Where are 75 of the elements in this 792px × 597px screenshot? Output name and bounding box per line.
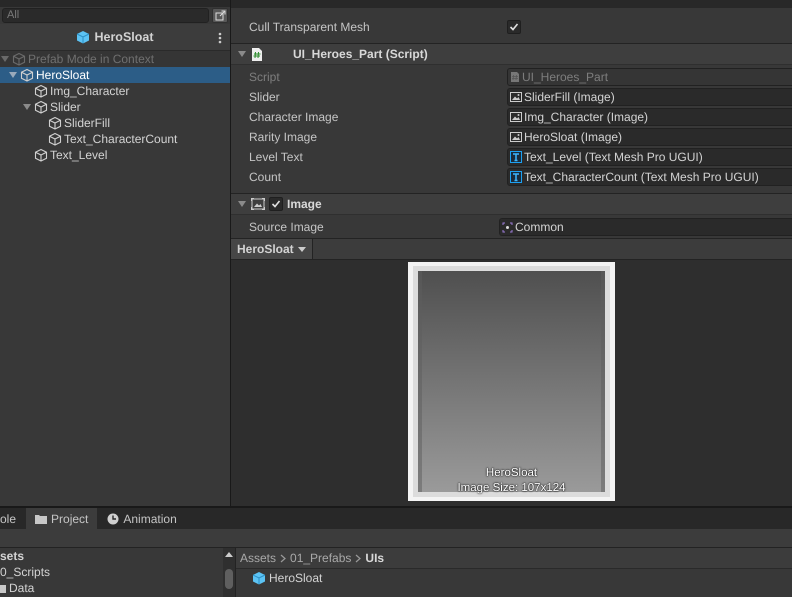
tree-label: Slider bbox=[50, 99, 81, 116]
image-icon bbox=[510, 92, 522, 102]
panel-tab[interactable]: Project bbox=[26, 508, 98, 529]
sprite-icon bbox=[502, 222, 513, 232]
field-label: Character Image bbox=[249, 109, 340, 126]
component-title: Image bbox=[287, 196, 322, 213]
asset-item[interactable]: HeroSloat bbox=[269, 569, 322, 587]
chevron-right-icon bbox=[280, 554, 286, 562]
object-field[interactable]: Common bbox=[499, 218, 792, 236]
checkmark-icon bbox=[509, 22, 519, 32]
cube-icon bbox=[12, 52, 26, 66]
field-label: Count bbox=[249, 169, 282, 186]
component-header[interactable]: Image bbox=[231, 193, 792, 215]
folder-icon bbox=[0, 584, 6, 592]
tree-label: SliderFill bbox=[64, 115, 110, 132]
cube-icon bbox=[252, 571, 266, 585]
tree-label: HeroSloat bbox=[36, 67, 90, 84]
folder-icon bbox=[35, 514, 48, 524]
prefab-title: HeroSloat bbox=[94, 28, 154, 46]
object-field[interactable]: SliderFill (Image) bbox=[507, 88, 792, 106]
field-label: Rarity Image bbox=[249, 129, 318, 146]
project-tree-item[interactable]: 0_Scripts bbox=[0, 563, 50, 581]
object-field[interactable]: Text_Level (Text Mesh Pro UGUI) bbox=[507, 148, 792, 166]
component-title: UI_Heroes_Part (Script) bbox=[293, 46, 428, 63]
preview-caption: HeroSloat bbox=[484, 466, 538, 481]
cube-icon bbox=[34, 84, 48, 98]
image-icon bbox=[510, 132, 522, 142]
scroll-thumb[interactable] bbox=[225, 569, 233, 589]
tree-label: Prefab Mode in Context bbox=[28, 51, 154, 68]
cube-icon bbox=[48, 132, 62, 146]
text-icon bbox=[510, 151, 522, 163]
scroll-up-icon[interactable] bbox=[225, 552, 233, 557]
script-icon bbox=[510, 71, 520, 83]
image-icon bbox=[510, 112, 522, 122]
breadcrumb-item[interactable]: Assets bbox=[240, 549, 276, 567]
project-tree-item[interactable]: Data bbox=[9, 579, 34, 597]
chevron-right-icon bbox=[355, 554, 362, 562]
cube-icon bbox=[34, 148, 48, 162]
image-size-label: Image Size: 107x124 bbox=[456, 481, 567, 496]
field-label: Source Image bbox=[249, 219, 325, 236]
search-field[interactable]: All bbox=[2, 8, 209, 22]
image-icon bbox=[251, 198, 265, 210]
popout-button[interactable] bbox=[212, 8, 228, 22]
checkbox[interactable] bbox=[507, 20, 521, 34]
object-field[interactable]: HeroSloat (Image) bbox=[507, 128, 792, 146]
tree-label: Text_Level bbox=[50, 147, 108, 164]
caret-icon bbox=[298, 246, 306, 252]
field-label: Script bbox=[249, 69, 281, 86]
cube-icon bbox=[48, 116, 62, 130]
object-field[interactable]: Img_Character (Image) bbox=[507, 108, 792, 126]
enabled-checkbox[interactable] bbox=[269, 197, 283, 211]
breadcrumb-item[interactable]: UIs bbox=[365, 549, 384, 567]
preview-object-dropdown[interactable]: HeroSloat bbox=[231, 238, 313, 260]
tree-label: Img_Character bbox=[50, 83, 130, 100]
cube-icon bbox=[34, 100, 48, 114]
cube-icon bbox=[76, 30, 90, 44]
expand-arrow-icon[interactable] bbox=[237, 199, 247, 209]
text-icon bbox=[510, 171, 522, 183]
object-field: UI_Heroes_Part bbox=[507, 68, 792, 86]
breadcrumb-item[interactable]: 01_Prefabs bbox=[290, 549, 352, 567]
script-icon bbox=[251, 46, 263, 62]
project-tree-item[interactable]: sets bbox=[0, 547, 24, 565]
cube-icon bbox=[20, 68, 34, 82]
field-label: Slider bbox=[249, 89, 281, 106]
field-label: Level Text bbox=[249, 149, 304, 166]
scrollbar[interactable] bbox=[223, 548, 235, 597]
field-label: Cull Transparent Mesh bbox=[249, 19, 371, 36]
tree-label: Text_CharacterCount bbox=[64, 131, 178, 148]
object-field[interactable]: Text_CharacterCount (Text Mesh Pro UGUI) bbox=[507, 168, 792, 186]
expand-arrow-icon[interactable] bbox=[237, 49, 247, 59]
checkmark-icon bbox=[271, 199, 281, 209]
component-header[interactable]: UI_Heroes_Part (Script) bbox=[231, 43, 792, 65]
popout-icon bbox=[214, 10, 226, 20]
more-options-icon[interactable] bbox=[218, 32, 222, 44]
clock-icon bbox=[107, 512, 120, 524]
